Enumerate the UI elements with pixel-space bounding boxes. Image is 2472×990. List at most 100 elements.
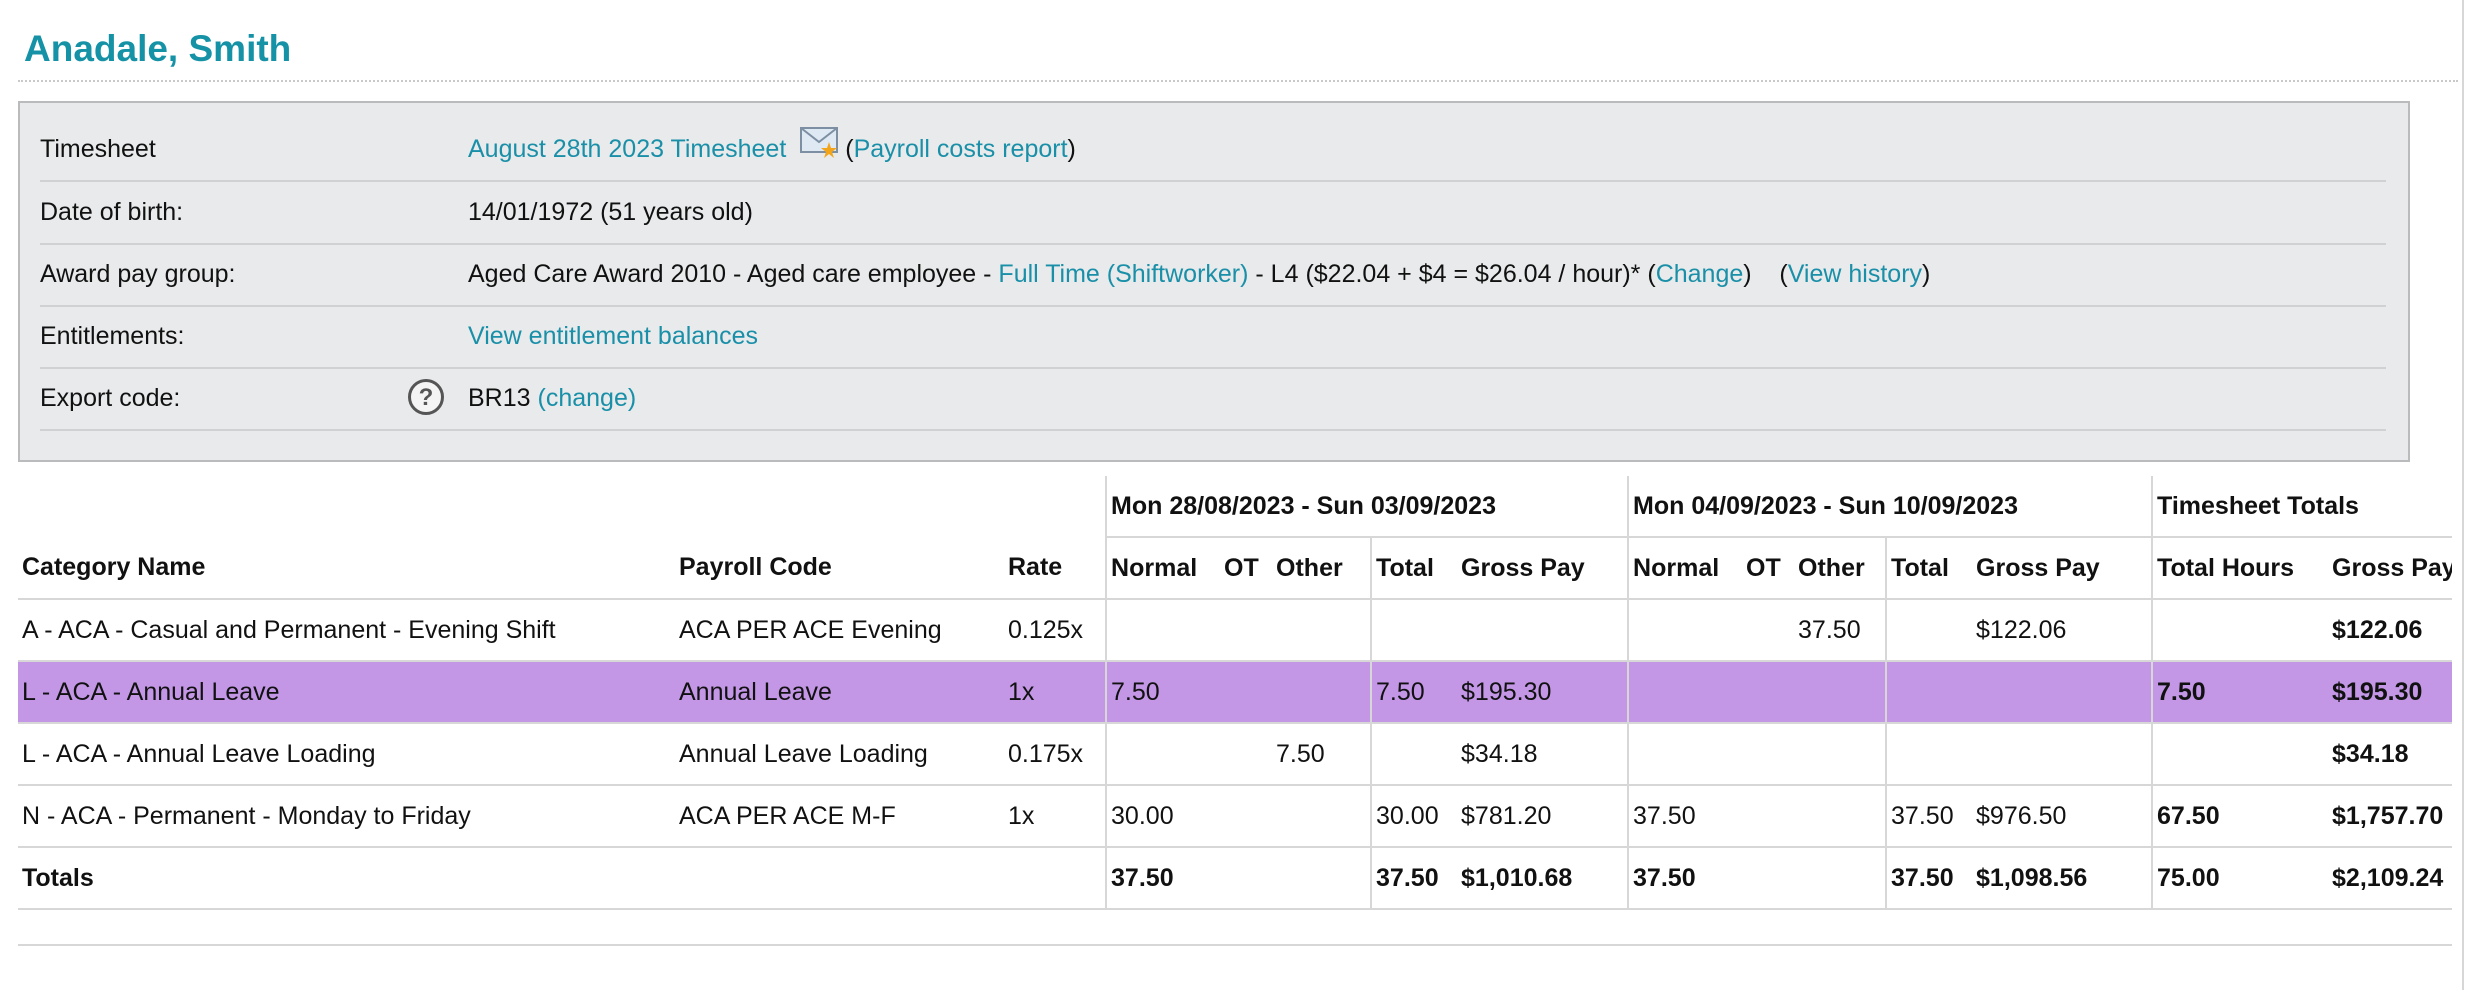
export-code: BR13 [468, 384, 531, 412]
entitlements-value: View entitlement balances [468, 306, 758, 367]
table-row[interactable]: L - ACA - Annual Leave Loading Annual Le… [18, 723, 2453, 786]
cell-category: L - ACA - Annual Leave [18, 661, 675, 724]
award-separator: ) ( [1743, 260, 1788, 288]
award-end-paren: ) [1922, 260, 1931, 288]
info-row-dob: Date of birth: 14/01/1972 (51 years old) [40, 182, 2386, 245]
cell-w2-total [1885, 599, 1973, 662]
totals-w2-normal: 37.50 [1627, 847, 1743, 910]
cell-total-hours: 7.50 [2151, 661, 2329, 724]
cell-w2-gross [1972, 661, 2153, 724]
cell-w2-ot [1742, 661, 1795, 724]
table-row[interactable]: A - ACA - Casual and Permanent - Evening… [18, 599, 2453, 662]
table-row[interactable]: N - ACA - Permanent - Monday to Friday A… [18, 785, 2453, 848]
cell-w2-gross: $122.06 [1972, 599, 2153, 662]
cell-w2-other [1794, 785, 1887, 848]
cell-total-hours [2151, 599, 2329, 662]
cell-w2-normal [1627, 723, 1743, 786]
entitlements-label: Entitlements: [40, 322, 185, 350]
cell-w2-gross: $976.50 [1972, 785, 2153, 848]
cell-payroll-code: Annual Leave Loading [675, 723, 1004, 786]
view-history-link[interactable]: View history [1788, 260, 1922, 288]
cell-category: L - ACA - Annual Leave Loading [18, 723, 675, 786]
week2-title: Mon 04/09/2023 - Sun 10/09/2023 [1627, 476, 2153, 538]
cell-w2-total [1885, 723, 1973, 786]
award-level-text: - L4 ($22.04 + $4 = $26.04 / hour)* ( [1248, 260, 1656, 288]
report-paren-close: ) [1067, 135, 1076, 163]
week-header-row: Mon 28/08/2023 - Sun 03/09/2023 Mon 04/0… [18, 476, 2453, 538]
column-header-row: Category Name Payroll Code Rate Normal O… [18, 537, 2453, 600]
cell-w1-normal [1105, 723, 1221, 786]
cell-total-hours [2151, 723, 2329, 786]
cell-w1-normal [1105, 599, 1221, 662]
email-icon[interactable] [799, 120, 841, 181]
info-row-export-code: Export code: ? BR13 (change) [40, 368, 2386, 431]
header-spacer [18, 476, 1106, 537]
totals-gross: $2,109.24 [2328, 847, 2453, 910]
week1-title: Mon 28/08/2023 - Sun 03/09/2023 [1105, 476, 1629, 538]
col-w1-ot: OT [1220, 537, 1273, 600]
employment-type-link[interactable]: Full Time (Shiftworker) [998, 260, 1248, 288]
cell-total-gross: $1,757.70 [2328, 785, 2453, 848]
export-code-label: Export code: [40, 384, 181, 412]
cell-w2-other [1794, 661, 1887, 724]
col-w2-gross: Gross Pay [1972, 537, 2153, 600]
cell-w1-other [1272, 785, 1372, 848]
cell-w1-gross [1457, 599, 1629, 662]
cell-w2-other: 37.50 [1794, 599, 1887, 662]
cell-total-gross: $195.30 [2328, 661, 2453, 724]
totals-w1-total: 37.50 [1370, 847, 1458, 910]
report-paren-open: ( [845, 135, 854, 163]
change-award-link[interactable]: Change [1656, 260, 1744, 288]
award-prefix: Aged Care Award 2010 - Aged care employe… [468, 260, 999, 288]
change-export-code-link[interactable]: (change) [538, 384, 637, 412]
timesheet-link[interactable]: August 28th 2023 Timesheet [468, 135, 786, 163]
totals-w1-other [1272, 847, 1372, 910]
cell-w2-normal [1627, 599, 1743, 662]
cell-w1-normal: 30.00 [1105, 785, 1221, 848]
bottom-divider [18, 944, 2452, 946]
totals-w2-ot [1742, 847, 1795, 910]
dob-label: Date of birth: [40, 198, 184, 226]
cell-w1-ot [1220, 785, 1273, 848]
cell-total-hours: 67.50 [2151, 785, 2329, 848]
col-total-hours: Total Hours [2151, 537, 2329, 600]
cell-w1-other [1272, 599, 1372, 662]
info-row-timesheet: Timesheet August 28th 2023 Timesheet (Pa… [40, 119, 2386, 182]
totals-empty-rate [1004, 847, 1107, 910]
timesheet-totals-title: Timesheet Totals [2151, 476, 2453, 538]
col-w2-other: Other [1794, 537, 1887, 600]
cell-w2-total [1885, 661, 1973, 724]
view-entitlement-balances-link[interactable]: View entitlement balances [468, 322, 758, 350]
award-value: Aged Care Award 2010 - Aged care employe… [468, 244, 1930, 305]
cell-payroll-code: ACA PER ACE Evening [675, 599, 1004, 662]
cell-w1-other [1272, 661, 1372, 724]
table-row-highlighted[interactable]: L - ACA - Annual Leave Annual Leave 1x 7… [18, 661, 2453, 724]
cell-total-gross: $122.06 [2328, 599, 2453, 662]
col-category: Category Name [18, 537, 675, 600]
question-circle-icon[interactable]: ? [408, 379, 444, 415]
cell-rate: 1x [1004, 661, 1107, 724]
cell-category: A - ACA - Casual and Permanent - Evening… [18, 599, 675, 662]
cell-w1-gross: $34.18 [1457, 723, 1629, 786]
dob-value: 14/01/1972 (51 years old) [468, 198, 753, 226]
page-right-border [2462, 0, 2464, 990]
cell-w1-total [1370, 723, 1458, 786]
award-label: Award pay group: [40, 260, 236, 288]
cell-payroll-code: ACA PER ACE M-F [675, 785, 1004, 848]
totals-w1-normal: 37.50 [1105, 847, 1221, 910]
totals-empty-code [675, 847, 1004, 910]
timesheet-table: Mon 28/08/2023 - Sun 03/09/2023 Mon 04/0… [18, 476, 2453, 910]
totals-w1-gross: $1,010.68 [1457, 847, 1629, 910]
totals-w2-total: 37.50 [1885, 847, 1973, 910]
payroll-costs-report-link[interactable]: Payroll costs report [854, 135, 1068, 163]
cell-w1-total: 7.50 [1370, 661, 1458, 724]
cell-w2-total: 37.50 [1885, 785, 1973, 848]
col-w1-normal: Normal [1105, 537, 1221, 600]
col-w1-total: Total [1370, 537, 1458, 600]
totals-row: Totals 37.50 37.50 $1,010.68 37.50 37.50… [18, 847, 2453, 910]
page-title: Anadale, Smith [24, 28, 292, 69]
cell-w1-gross: $781.20 [1457, 785, 1629, 848]
cell-w1-other: 7.50 [1272, 723, 1372, 786]
cell-w1-total [1370, 599, 1458, 662]
col-total-gross: Gross Pay [2328, 537, 2453, 600]
